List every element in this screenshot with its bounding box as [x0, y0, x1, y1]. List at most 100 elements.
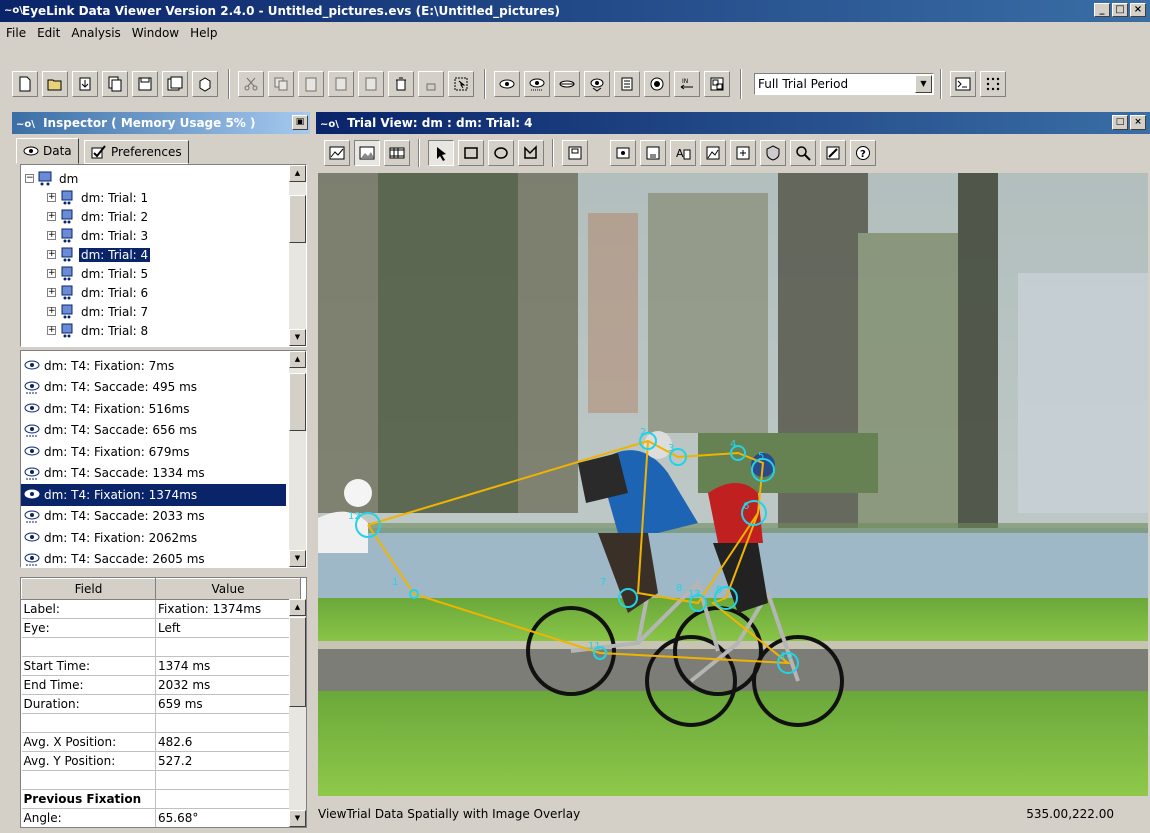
interest-area-button[interactable] [704, 71, 730, 97]
import-data-button[interactable] [328, 71, 354, 97]
copy-button[interactable] [268, 71, 294, 97]
event-list-item[interactable]: dm: T4: Fixation: 7ms [21, 355, 306, 377]
trial-tree[interactable]: − dm + dm: Trial: 1 + dm: Trial: 2 + dm: Tria… [20, 164, 307, 347]
hand-button[interactable] [418, 71, 444, 97]
event-list-scrollbar[interactable]: ▲ ▼ [289, 351, 306, 567]
property-row[interactable]: Avg. Y Position: 527.2 [21, 751, 301, 771]
event-list-item[interactable]: dm: T4: Saccade: 495 ms [21, 377, 306, 399]
property-row[interactable]: Avg. X Position: 482.6 [21, 732, 301, 752]
tree-item-trial[interactable]: + dm: Trial: 6 [47, 283, 306, 302]
console-button[interactable] [950, 71, 976, 97]
interest-period-button[interactable]: IN [674, 71, 700, 97]
dock-button[interactable]: ▣ [292, 115, 308, 130]
freehand-tool-button[interactable] [518, 140, 544, 166]
property-row[interactable]: Duration: 659 ms [21, 694, 301, 714]
save-button[interactable] [132, 71, 158, 97]
collapse-icon[interactable]: − [25, 174, 34, 183]
close-button[interactable]: × [1130, 115, 1146, 130]
import-button[interactable] [72, 71, 98, 97]
event-list-item[interactable]: dm: T4: Saccade: 2605 ms [21, 549, 306, 568]
tree-item-trial[interactable]: + dm: Trial: 4 [47, 245, 306, 264]
property-row[interactable] [21, 713, 301, 733]
scroll-thumb[interactable] [289, 617, 306, 707]
event-list-item[interactable]: dm: T4: Saccade: 656 ms [21, 420, 306, 442]
temporal-graph-button[interactable] [324, 140, 350, 166]
maximize-button[interactable]: □ [1112, 3, 1128, 17]
export-image-button[interactable] [730, 140, 756, 166]
chevron-down-icon[interactable]: ▼ [915, 75, 932, 93]
event-list-item[interactable]: dm: T4: Fixation: 679ms [21, 441, 306, 463]
blink-view-button[interactable] [554, 71, 580, 97]
expand-icon[interactable]: + [47, 250, 56, 259]
edit-image-button[interactable] [820, 140, 846, 166]
tree-root[interactable]: − dm [25, 169, 306, 188]
new-file-button[interactable] [12, 71, 38, 97]
ellipse-tool-button[interactable] [488, 140, 514, 166]
scroll-up-icon[interactable]: ▲ [289, 599, 306, 616]
menu-file[interactable]: File [6, 26, 26, 40]
property-row[interactable]: Start Time: 1374 ms [21, 656, 301, 676]
save-as-button[interactable] [162, 71, 188, 97]
tree-item-trial[interactable]: + dm: Trial: 3 [47, 226, 306, 245]
property-row[interactable]: Eye: Left [21, 618, 301, 638]
tree-item-trial[interactable]: + dm: Trial: 2 [47, 207, 306, 226]
menu-analysis[interactable]: Analysis [71, 26, 120, 40]
menu-help[interactable]: Help [190, 26, 217, 40]
scroll-down-icon[interactable]: ▼ [289, 810, 306, 827]
paste-button[interactable] [298, 71, 324, 97]
tree-item-trial[interactable]: + dm: Trial: 8 [47, 321, 306, 340]
help-button[interactable]: ? [850, 140, 876, 166]
expand-icon[interactable]: + [47, 307, 56, 316]
event-list-item[interactable]: dm: T4: Fixation: 1374ms [21, 484, 286, 506]
period-select[interactable]: Full Trial Period ▼ [754, 73, 934, 95]
mask-button[interactable] [760, 140, 786, 166]
saccade-view-button[interactable] [524, 71, 550, 97]
properties-scrollbar[interactable]: ▲ ▼ [289, 599, 306, 827]
message-button[interactable] [614, 71, 640, 97]
expand-icon[interactable]: + [47, 269, 56, 278]
scroll-thumb[interactable] [289, 373, 306, 431]
column-header-value[interactable]: Value [155, 578, 301, 600]
property-row[interactable]: Previous Fixation [21, 789, 301, 809]
scroll-up-icon[interactable]: ▲ [289, 351, 306, 368]
expand-icon[interactable]: + [47, 231, 56, 240]
close-button[interactable]: × [1130, 3, 1146, 17]
property-row[interactable]: End Time: 2032 ms [21, 675, 301, 695]
delete-button[interactable] [388, 71, 414, 97]
event-list-item[interactable]: dm: T4: Saccade: 2033 ms [21, 506, 306, 528]
tree-scrollbar[interactable]: ▲ ▼ [289, 165, 306, 346]
text-tool-button[interactable]: A [670, 140, 696, 166]
import-multiple-button[interactable] [102, 71, 128, 97]
target-button[interactable] [644, 71, 670, 97]
restore-button[interactable]: □ [1112, 115, 1128, 130]
event-list-item[interactable]: dm: T4: Fixation: 516ms [21, 398, 306, 420]
grid-button[interactable] [980, 71, 1006, 97]
menu-edit[interactable]: Edit [37, 26, 60, 40]
zoom-button[interactable] [790, 140, 816, 166]
event-list-item[interactable]: dm: T4: Fixation: 2062ms [21, 527, 306, 549]
event-list-item[interactable]: dm: T4: Saccade: 1334 ms [21, 463, 306, 485]
property-row[interactable] [21, 637, 301, 657]
fixation-view-button[interactable] [494, 71, 520, 97]
expand-icon[interactable]: + [47, 288, 56, 297]
cut-button[interactable] [238, 71, 264, 97]
select-region-button[interactable] [448, 71, 474, 97]
package-button[interactable] [192, 71, 218, 97]
animation-view-button[interactable] [384, 140, 410, 166]
column-header-field[interactable]: Field [21, 578, 156, 600]
property-row[interactable]: Label: Fixation: 1374ms [21, 599, 301, 619]
tab-data[interactable]: Data [16, 138, 79, 164]
minimize-button[interactable]: _ [1094, 3, 1110, 17]
load-image-button[interactable] [610, 140, 636, 166]
expand-icon[interactable]: + [47, 326, 56, 335]
open-button[interactable] [42, 71, 68, 97]
spatial-view-button[interactable] [354, 140, 380, 166]
event-list[interactable]: dm: T4: Fixation: 7ms dm: T4: Saccade: 49… [20, 350, 307, 568]
rectangle-tool-button[interactable] [458, 140, 484, 166]
menu-window[interactable]: Window [132, 26, 179, 40]
image-settings-button[interactable] [700, 140, 726, 166]
scroll-down-icon[interactable]: ▼ [289, 550, 306, 567]
save-image-button[interactable] [640, 140, 666, 166]
export-button[interactable] [358, 71, 384, 97]
tab-preferences[interactable]: Preferences [84, 140, 189, 164]
